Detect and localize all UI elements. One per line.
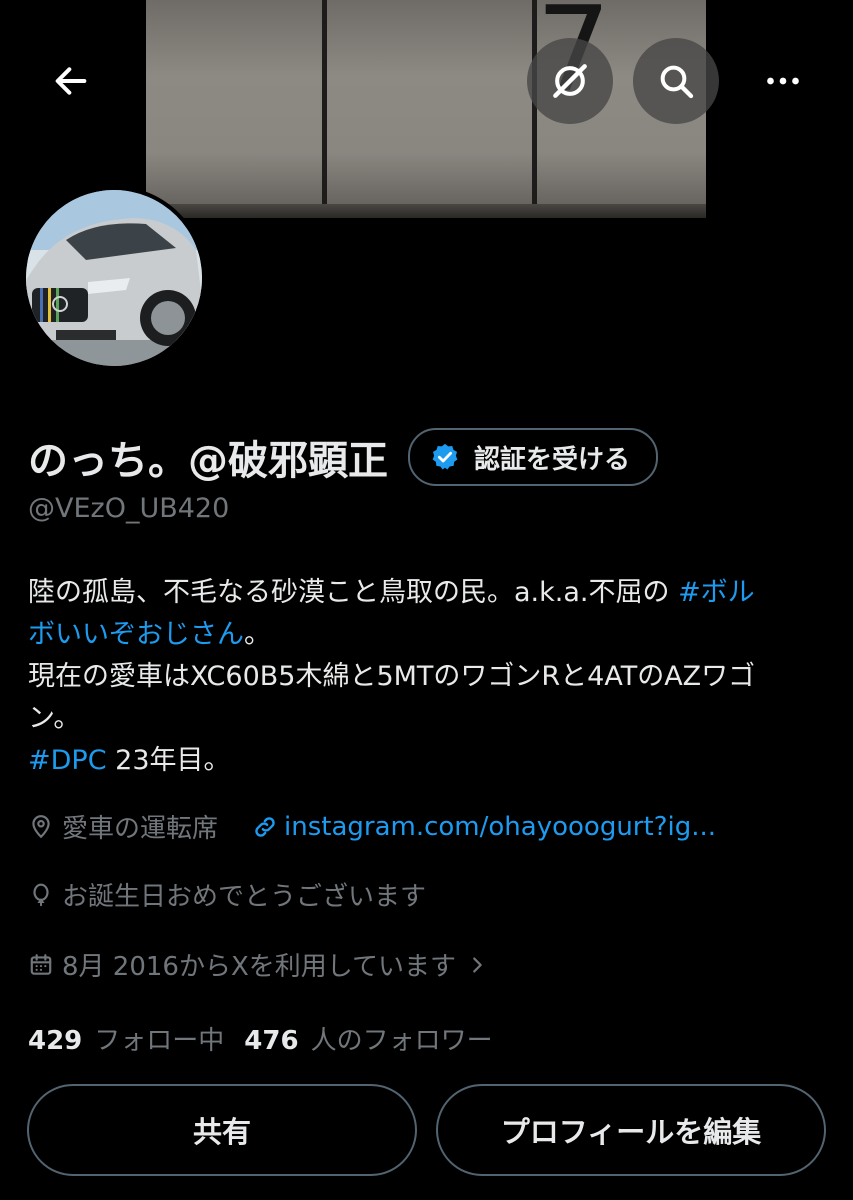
chevron-right-icon — [466, 952, 488, 978]
profile-banner[interactable]: 7 — [0, 0, 853, 218]
edit-profile-label: プロフィールを編集 — [500, 1115, 762, 1149]
search-button[interactable] — [633, 38, 719, 124]
share-label: 共有 — [192, 1115, 251, 1149]
panel-ledge — [146, 204, 706, 218]
location-and-link-row: 愛車の運転席 instagram.com/ohayooogurt?ig... — [28, 808, 716, 845]
banner-photo: 7 — [146, 0, 706, 218]
balloon-icon — [28, 882, 54, 908]
bio-line: 現在の愛車はXC60B5木綿と5MTのワゴンRと4ATのAZワゴ — [28, 661, 756, 692]
more-button[interactable] — [740, 38, 826, 124]
username-handle: @VEzO_UB420 — [28, 493, 230, 524]
edit-profile-button[interactable]: プロフィールを編集 — [436, 1084, 826, 1176]
arrow-left-icon — [55, 67, 87, 95]
location-text: 愛車の運転席 — [62, 814, 219, 844]
profile-bio: 陸の孤島、不毛なる砂漠こと鳥取の民。a.k.a.不屈の #ボル ボいいぞおじさん… — [28, 572, 828, 782]
follow-stats: 429 フォロー中 476 人のフォロワー — [28, 1020, 493, 1057]
verified-badge-icon — [430, 442, 460, 472]
search-icon — [660, 65, 694, 99]
profile-website-link[interactable]: instagram.com/ohayooogurt?ig... — [252, 812, 716, 842]
following-count: 429 — [28, 1026, 83, 1056]
bio-line: 陸の孤島、不毛なる砂漠こと鳥取の民。a.k.a.不屈の #ボル — [28, 572, 828, 614]
get-verified-label: 認証を受ける — [474, 444, 631, 475]
get-verified-button[interactable]: 認証を受ける — [408, 428, 659, 486]
joined-row[interactable]: 8月 2016からXを利用しています — [28, 946, 496, 983]
bio-text: 。 — [244, 619, 271, 650]
location-pin-icon — [28, 814, 54, 840]
avatar[interactable] — [22, 186, 206, 370]
hashtag-link[interactable]: #DPC — [28, 745, 107, 776]
back-button[interactable] — [28, 38, 114, 124]
panel-seam — [322, 0, 327, 218]
car-photo — [26, 190, 202, 366]
hashtag-link[interactable]: #ボル — [678, 577, 755, 608]
bio-line: ボいいぞおじさん。 — [28, 614, 828, 656]
hashtag-link[interactable]: ボいいぞおじさん — [28, 619, 244, 650]
calendar-icon — [28, 952, 54, 978]
display-name: のっち。@破邪顕正 — [28, 438, 388, 484]
share-profile-button[interactable]: 共有 — [27, 1084, 417, 1176]
more-horizontal-icon — [767, 77, 799, 85]
followers-count: 476 — [244, 1026, 299, 1056]
joined-text: 8月 2016からXを利用しています — [62, 952, 457, 982]
grok-slash-icon — [553, 64, 587, 98]
bio-line: #DPC 23年目。 — [28, 740, 828, 782]
followers-label: 人のフォロワー — [310, 1026, 493, 1056]
following-label: フォロー中 — [94, 1026, 225, 1056]
avatar-image — [26, 190, 202, 366]
bio-line: ン。 — [28, 703, 81, 734]
website-url: instagram.com/ohayooogurt?ig... — [284, 811, 717, 842]
bio-text: 23年目。 — [106, 745, 231, 776]
followers-link[interactable]: 476 人のフォロワー — [244, 1020, 492, 1057]
grok-button[interactable] — [527, 38, 613, 124]
link-icon — [252, 814, 278, 840]
following-link[interactable]: 429 フォロー中 — [28, 1020, 224, 1057]
name-row: のっち。@破邪顕正 認証を受ける — [28, 428, 659, 486]
bio-text: 陸の孤島、不毛なる砂漠こと鳥取の民。a.k.a.不屈の — [28, 577, 679, 608]
birthday-text: お誕生日おめでとうございます — [62, 882, 427, 912]
birthday-row: お誕生日おめでとうございます — [28, 876, 426, 913]
